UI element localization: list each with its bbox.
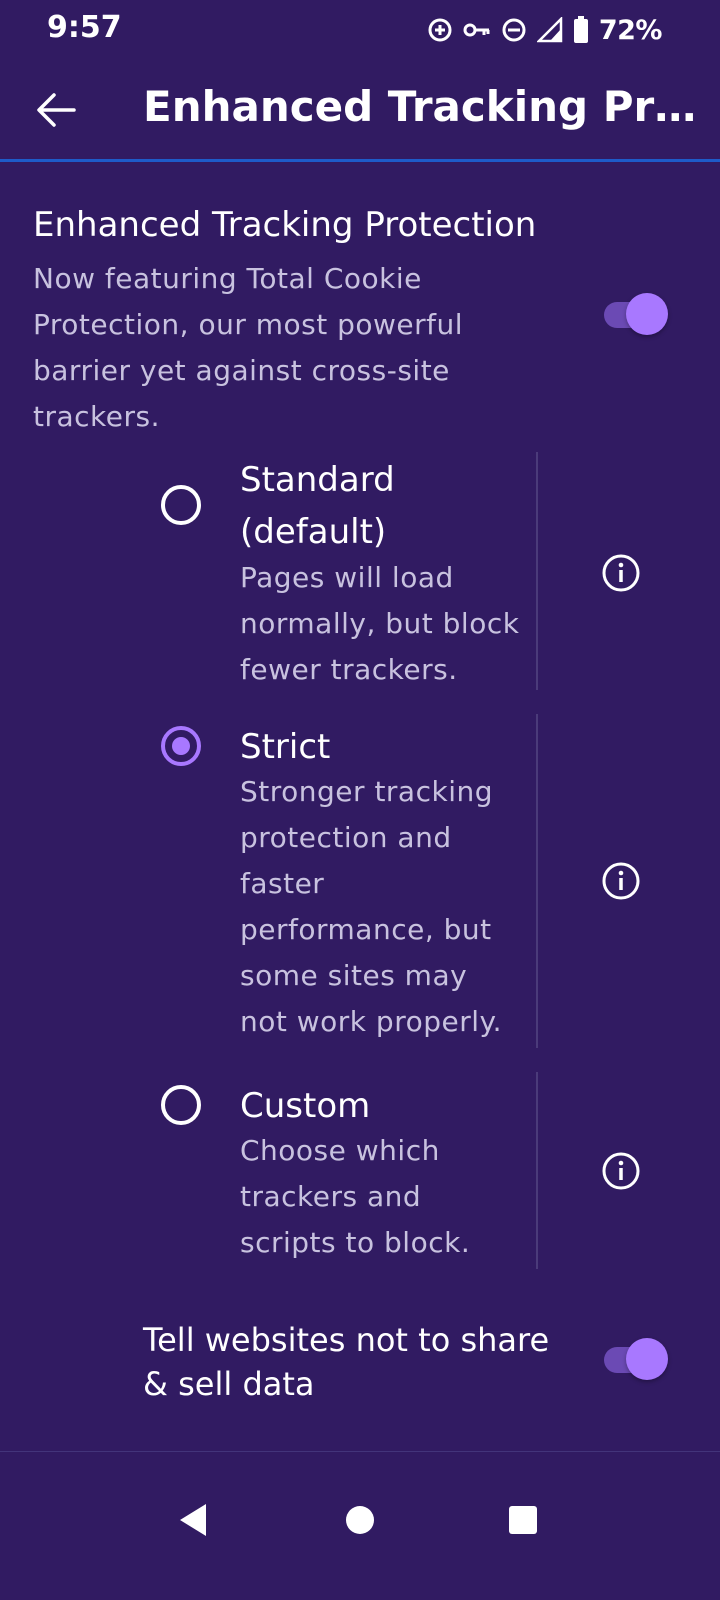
etp-description: Now featuring Total Cookie Protection, o…	[33, 262, 464, 433]
do-not-disturb-icon	[502, 18, 526, 42]
radio-strict[interactable]	[161, 726, 201, 766]
page-title: Enhanced Tracking Pr…	[143, 82, 697, 131]
info-icon	[602, 554, 640, 592]
info-icon	[602, 1152, 640, 1190]
battery-icon	[573, 16, 588, 43]
option-standard-description: Pages will load normally, but block fewe…	[240, 561, 520, 686]
info-icon	[602, 862, 640, 900]
nav-back-button[interactable]	[153, 1480, 233, 1560]
info-button-standard[interactable]	[597, 549, 645, 597]
gpc-label: Tell websites not to share & sell data	[143, 1321, 550, 1403]
option-divider	[536, 714, 538, 1048]
nav-recents-icon	[509, 1506, 537, 1534]
nav-divider	[0, 1451, 720, 1452]
option-strict-description: Stronger tracking protection and faster …	[240, 775, 502, 1038]
option-custom-description: Choose which trackers and scripts to blo…	[240, 1134, 471, 1259]
status-icons: 72%	[427, 12, 663, 48]
option-custom-title: Custom	[240, 1086, 371, 1126]
info-button-strict[interactable]	[597, 857, 645, 905]
cell-signal-icon	[536, 17, 563, 43]
etp-toggle[interactable]	[604, 292, 670, 336]
radio-standard[interactable]	[161, 485, 201, 525]
back-button[interactable]	[24, 78, 88, 142]
toggle-thumb	[626, 1338, 668, 1380]
nav-home-icon	[346, 1506, 374, 1534]
radio-selected-dot	[172, 737, 190, 755]
option-divider	[536, 452, 538, 690]
option-standard-title: Standard (default)	[240, 460, 395, 552]
vpn-key-icon	[463, 23, 490, 37]
info-button-custom[interactable]	[597, 1147, 645, 1195]
header-divider	[0, 159, 720, 162]
data-saver-icon	[428, 18, 452, 42]
toggle-thumb	[626, 293, 668, 335]
option-strict-title: Strict	[240, 727, 331, 767]
etp-title: Enhanced Tracking Protection	[33, 205, 537, 245]
radio-custom[interactable]	[161, 1085, 201, 1125]
battery-percent: 72%	[598, 14, 663, 46]
status-time: 9:57	[47, 10, 122, 45]
option-divider	[536, 1072, 538, 1269]
gpc-toggle[interactable]	[604, 1337, 670, 1381]
nav-recents-button[interactable]	[483, 1480, 563, 1560]
nav-home-button[interactable]	[320, 1480, 400, 1560]
nav-back-icon	[180, 1504, 206, 1536]
arrow-left-icon	[37, 93, 76, 127]
